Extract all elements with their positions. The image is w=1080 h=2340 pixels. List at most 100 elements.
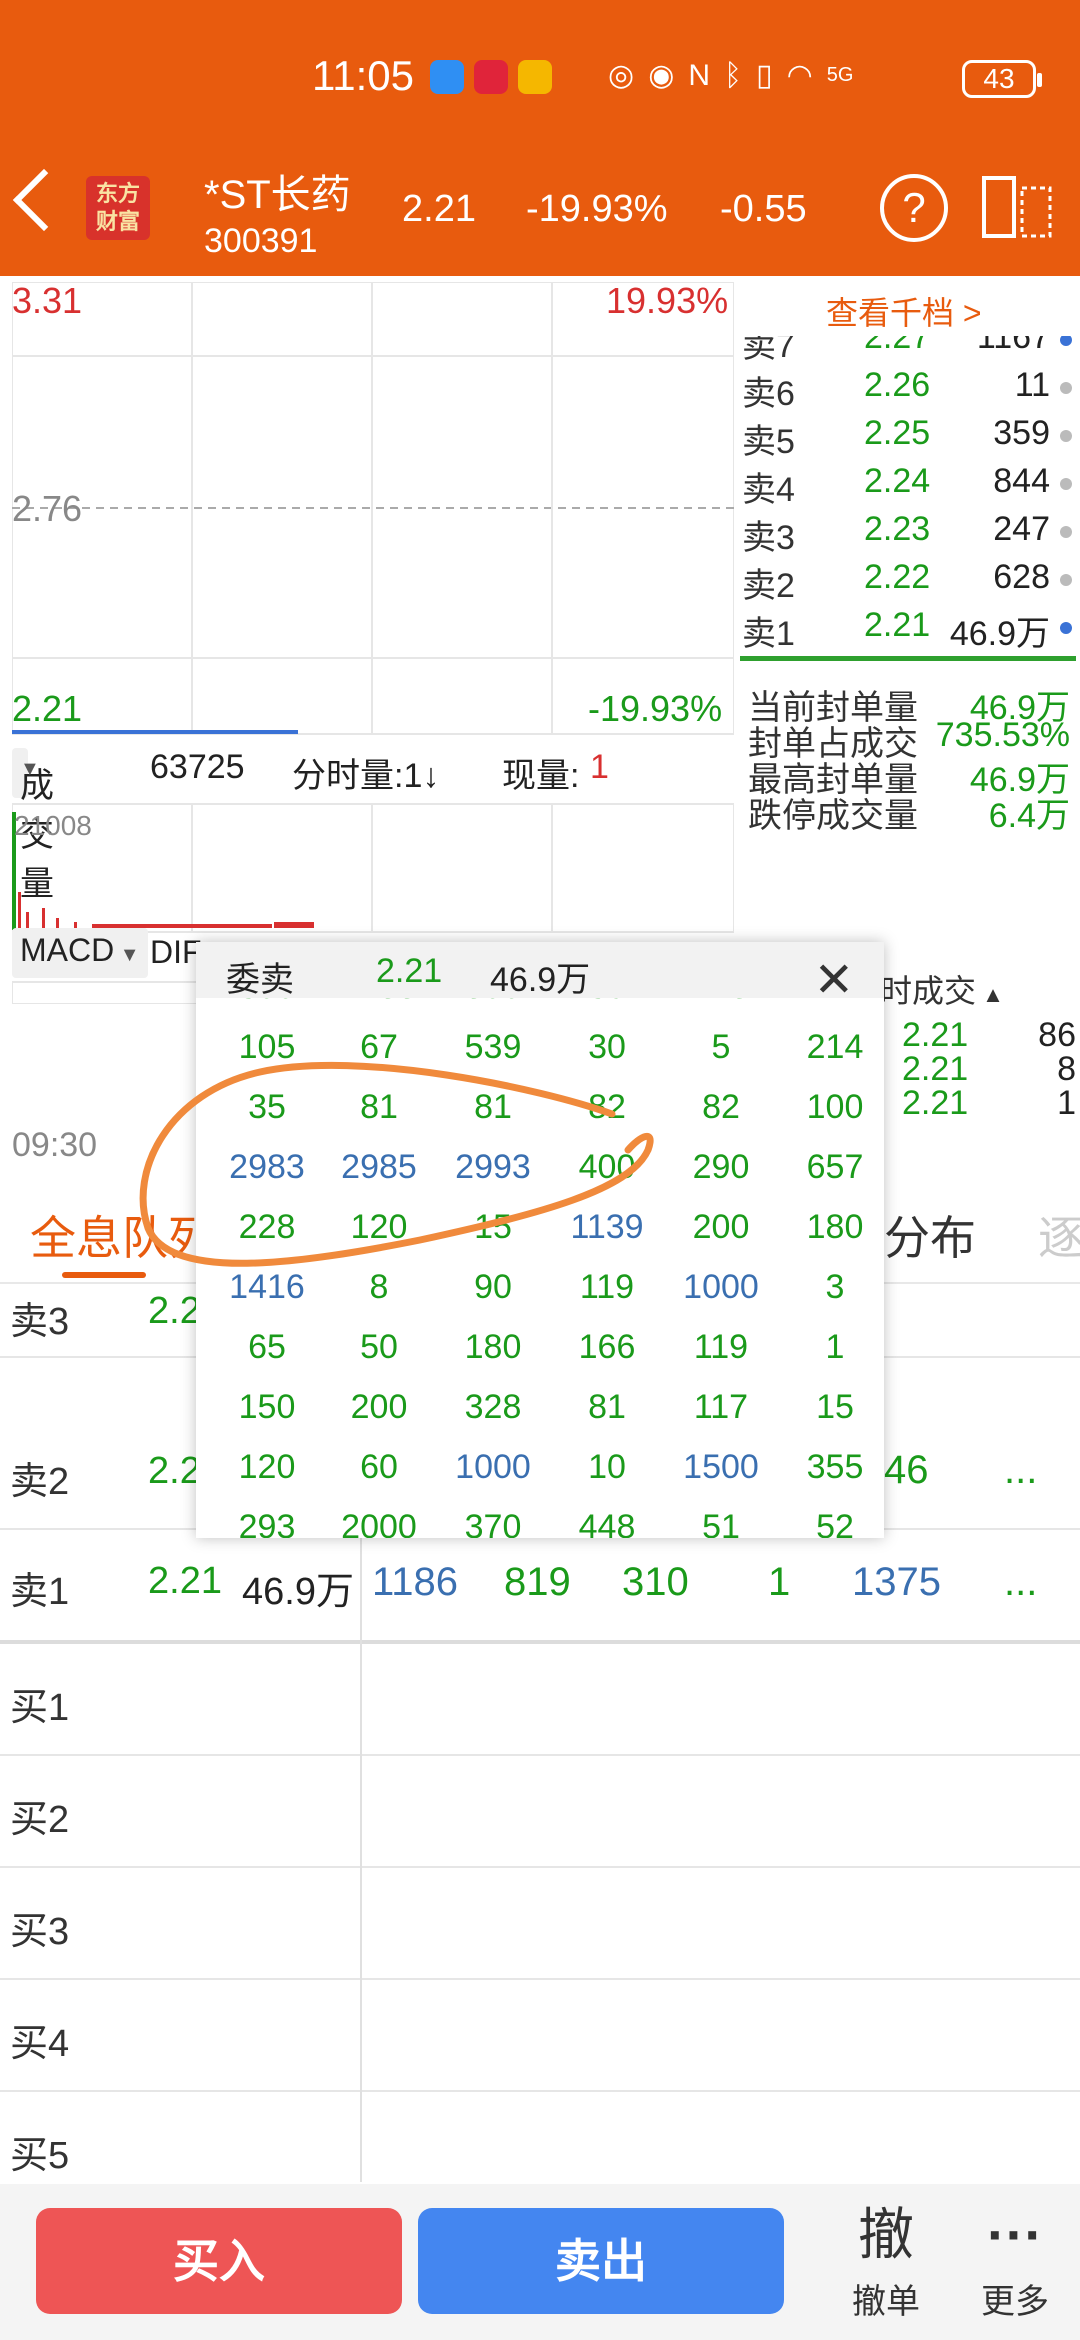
- queue-row-bid[interactable]: 买4: [0, 1980, 1080, 2092]
- queue-order-cell: 200: [350, 1388, 408, 1426]
- switch-layout-icon[interactable]: [982, 176, 1054, 240]
- ask-level-row[interactable]: 卖4 2.24 844: [740, 462, 1080, 510]
- ask-level-price: 2.22: [864, 558, 931, 596]
- ask-level-volume: 844: [993, 462, 1050, 500]
- shopping-app-icon: [474, 60, 508, 94]
- bid-level-label: 买4: [10, 2023, 70, 2065]
- macd-dropdown[interactable]: MACD ▼: [12, 928, 148, 978]
- status-bar: 11:05 ◎ ◉ N ᛒ ▯ ◠ 5G 43: [0, 52, 1080, 106]
- chat-app-icon: [430, 60, 464, 94]
- queue-order-cell: 52: [816, 1508, 854, 1538]
- top-bar: 11:05 ◎ ◉ N ᛒ ▯ ◠ 5G 43 东方 财富 *ST长药 3003…: [0, 0, 1080, 276]
- queue-order-cell: 2000: [341, 1508, 417, 1538]
- ask-level-price: 2.25: [864, 414, 931, 452]
- queue-order-cell: 3: [825, 1268, 845, 1306]
- ask-level-volume: 628: [993, 558, 1050, 596]
- tick-volume: 分时量:1↓: [292, 757, 440, 795]
- status-time: 11:05: [312, 52, 414, 99]
- bid-level-label: 买2: [10, 1799, 70, 1841]
- silent-icon: ▯: [756, 59, 773, 92]
- tab-queue[interactable]: 全息队列: [30, 1202, 214, 1268]
- queue-order-cell: 180: [464, 1328, 522, 1366]
- level-dot-icon: [1060, 526, 1072, 538]
- queue-order-cell: 120: [238, 1448, 296, 1486]
- dif-label: DIF: [150, 934, 202, 970]
- cancel-icon: 撤: [858, 2203, 914, 2266]
- header-price: 2.21: [402, 188, 476, 230]
- queue-order-cell: 370: [464, 1508, 522, 1538]
- ask-level-row[interactable]: 卖3 2.23 247: [740, 510, 1080, 558]
- trade-volume: 1: [1057, 1084, 1076, 1122]
- ask-level-label: 卖4: [742, 471, 795, 509]
- trade-price: 2.21: [902, 1084, 969, 1122]
- bid-level-label: 买5: [10, 2135, 70, 2177]
- ask-level-row[interactable]: 卖6 2.26 11: [740, 366, 1080, 414]
- more-ellipsis[interactable]: ...: [1004, 1560, 1037, 1605]
- queue-row-bid[interactable]: 买2: [0, 1756, 1080, 1868]
- view-thousand-levels-link[interactable]: 查看千档 >: [826, 288, 982, 334]
- queue-order-cell: 328: [464, 1388, 522, 1426]
- queue-row-bid[interactable]: 买3: [0, 1868, 1080, 1980]
- volume-value: 63725: [150, 748, 245, 786]
- queue-order-cell: 119: [693, 1328, 749, 1366]
- y-axis-mid: 2.76: [12, 488, 83, 529]
- queue-order-cell: 2993: [455, 1148, 531, 1186]
- more-ellipsis[interactable]: ...: [1004, 1448, 1037, 1493]
- bid-level-label: 买3: [10, 1911, 70, 1953]
- popup-header: 委卖 2.21 46.9万 ✕: [196, 942, 884, 1007]
- queue-order-cell: 400: [578, 1148, 636, 1186]
- ask-level-volume: 247: [993, 510, 1050, 548]
- buy-button[interactable]: 买入: [36, 2208, 402, 2314]
- seal-stat-row: 跌停成交量 6.4万: [748, 788, 1078, 840]
- ask-level-row[interactable]: 卖5 2.25 359: [740, 414, 1080, 462]
- chart-grid: [12, 282, 734, 1004]
- battery-icon: 43: [962, 60, 1042, 98]
- queue-order-cell: 35: [248, 1088, 286, 1126]
- queue-order-cell: 657: [806, 1148, 864, 1186]
- queue-order-cell: 2983: [229, 1148, 305, 1186]
- mail-app-icon: [518, 60, 552, 94]
- order-book: 查看千档 > 卖7 2.27 1167 卖6 2.26 11 卖5 2.25 359 卖4 2.24…: [740, 276, 1080, 1122]
- queue-order-cell: 105: [238, 1028, 296, 1066]
- queue-row-bid[interactable]: 买1: [0, 1644, 1080, 1756]
- popup-title: 委卖: [226, 961, 294, 999]
- volume-dropdown[interactable]: 成交量 ▼: [12, 748, 54, 903]
- queue-order-cell: 1500: [683, 1448, 759, 1486]
- queue-row-ask1[interactable]: 卖1 2.21 46.9万 1186 819 310 1 1375 ...: [0, 1530, 1080, 1642]
- queue-order-cell: 81: [588, 1388, 626, 1426]
- sell-button[interactable]: 卖出: [418, 2208, 784, 2314]
- ask-level-row[interactable]: 卖2 2.22 628: [740, 558, 1080, 606]
- queue-order-cell: 51: [702, 1508, 740, 1538]
- queue-order-cell: 120: [350, 1208, 408, 1246]
- cancel-order-button[interactable]: 撤 撤单: [846, 2200, 926, 2323]
- bluetooth-icon: ᛒ: [724, 58, 743, 92]
- queue-order-cell: 290: [692, 1148, 750, 1186]
- bid-level-label: 买1: [10, 1687, 70, 1729]
- queue-order-cell: 228: [238, 1208, 296, 1246]
- queue-order-cell: 200: [692, 1208, 750, 1246]
- queue-order-cell: 448: [578, 1508, 636, 1538]
- stat-value: 735.53%: [935, 716, 1070, 754]
- queue-order-cell: 30: [588, 1028, 626, 1066]
- queue-order-cell: 293: [238, 1508, 296, 1538]
- queue-order-cell: 119: [579, 1268, 635, 1306]
- ask-level-row[interactable]: 卖1 2.21 46.9万: [740, 606, 1080, 654]
- tab-distribution[interactable]: 分布: [884, 1202, 976, 1268]
- back-icon[interactable]: [12, 168, 76, 232]
- ask-level-price: 2.26: [864, 366, 931, 404]
- queue-order-cell: 166: [578, 1328, 636, 1366]
- popup-order-grid: 3002258800302754110567539305214358181828…: [196, 998, 884, 1538]
- level-dot-icon: [1060, 574, 1072, 586]
- header-change-pct: -19.93%: [526, 188, 668, 230]
- sort-up-icon: ▲: [976, 982, 1004, 1007]
- queue-order-cell: 1139: [570, 1208, 644, 1246]
- tab-tick-by-tick[interactable]: 逐: [1038, 1202, 1080, 1268]
- queue-order-cell: 5: [711, 1028, 731, 1066]
- queue-order-cell: 1416: [229, 1268, 305, 1306]
- ask-level-label: 卖1: [742, 615, 795, 653]
- help-button[interactable]: ?: [880, 174, 948, 242]
- ask-level-volume: 11: [1014, 366, 1050, 404]
- ask-level-volume: 359: [993, 414, 1050, 452]
- stock-name[interactable]: *ST长药: [204, 162, 351, 220]
- more-button[interactable]: ··· 更多: [972, 2200, 1058, 2323]
